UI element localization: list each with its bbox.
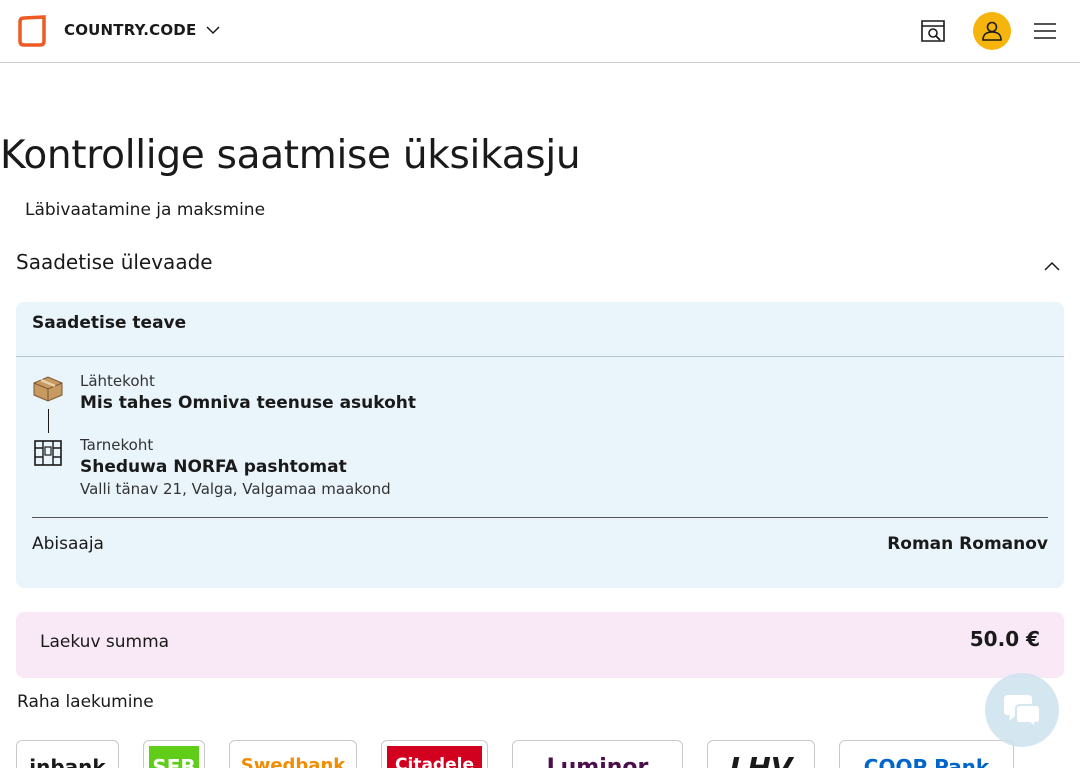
user-icon	[982, 21, 1002, 41]
top-header: COUNTRY.CODE	[0, 0, 1080, 63]
divider	[32, 517, 1048, 518]
shipment-info-card: Saadetise teave Lähtekoht Mis tahes Omni…	[16, 302, 1064, 588]
destination-label: Tarnekoht	[80, 436, 154, 454]
route-connector	[48, 409, 49, 433]
payment-section-title: Raha laekumine	[17, 692, 154, 712]
chevron-down-icon	[206, 26, 220, 35]
bank-logo-text: LHV	[729, 751, 793, 768]
bank-logo-text: Swedbank	[240, 755, 346, 768]
bank-logo-text: SEB	[152, 755, 196, 768]
parcel-locker-icon	[34, 440, 62, 466]
country-label: COUNTRY.CODE	[64, 21, 197, 39]
incoming-amount-card: Laekuv summa 50.0 €	[16, 612, 1064, 678]
chevron-up-icon	[1044, 261, 1060, 271]
shipment-overview-toggle[interactable]: Saadetise ülevaade	[16, 250, 1064, 280]
step-label: Läbivaatamine ja maksmine	[25, 200, 266, 220]
destination-address: Valli tänav 21, Valga, Valgamaa maakond	[80, 480, 391, 498]
bank-option-lhv[interactable]: LHV	[707, 740, 815, 768]
omniva-logo-icon[interactable]	[16, 14, 48, 48]
page-title: Kontrollige saatmise üksikasju	[0, 133, 581, 178]
bank-option-coop[interactable]: COOP Pank	[839, 740, 1014, 768]
amount-label: Laekuv summa	[40, 632, 170, 652]
bank-logo-text: inbank	[29, 755, 106, 768]
origin-value: Mis tahes Omniva teenuse asukoht	[80, 393, 417, 413]
country-selector[interactable]: COUNTRY.CODE	[64, 21, 220, 39]
bank-option-luminor[interactable]: Luminor	[512, 740, 683, 768]
bank-option-swedbank[interactable]: Swedbank	[229, 740, 357, 768]
bank-option-inbank[interactable]: inbank	[16, 740, 119, 768]
origin-label: Lähtekoht	[80, 372, 155, 390]
bank-option-seb[interactable]: SEB	[143, 740, 205, 768]
chat-icon	[1004, 695, 1041, 729]
overview-title: Saadetise ülevaade	[16, 250, 213, 274]
bank-logo-text: Citadele	[395, 755, 474, 768]
destination-value: Sheduwa NORFA pashtomat	[80, 457, 347, 477]
amount-value: 50.0 €	[969, 627, 1040, 651]
chat-support-button[interactable]	[985, 673, 1059, 747]
parcel-box-icon	[33, 376, 63, 402]
bank-logo-text: COOP Pank	[863, 755, 990, 768]
info-card-title: Saadetise teave	[32, 313, 187, 333]
bank-option-citadele[interactable]: Citadele	[381, 740, 488, 768]
bank-logo-text: Luminor	[546, 755, 649, 768]
user-profile-button[interactable]	[973, 12, 1011, 50]
hamburger-menu-icon[interactable]	[1033, 21, 1057, 41]
recipient-label: Abisaaja	[32, 534, 104, 554]
divider	[16, 356, 1064, 357]
parcel-search-icon[interactable]	[920, 18, 946, 44]
recipient-value: Roman Romanov	[887, 534, 1048, 554]
